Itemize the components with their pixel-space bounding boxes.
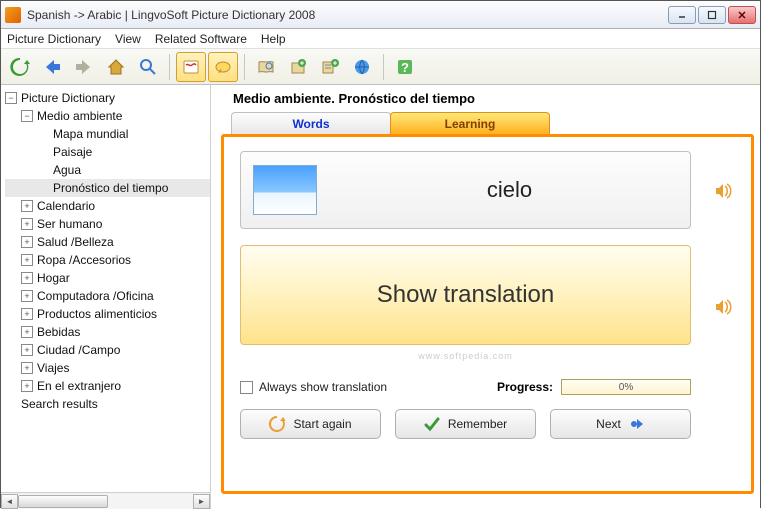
always-show-label: Always show translation — [259, 380, 387, 394]
expand-icon[interactable]: + — [21, 308, 33, 320]
tree-item[interactable]: +Ser humano — [5, 215, 210, 233]
menu-view[interactable]: View — [115, 32, 141, 46]
speaker-icon[interactable] — [713, 297, 733, 317]
svg-text:?: ? — [401, 60, 409, 75]
horizontal-scrollbar[interactable]: ◄ ► — [1, 492, 210, 509]
tree-item[interactable]: +Ciudad /Campo — [5, 341, 210, 359]
tree-item[interactable]: +Calendario — [5, 197, 210, 215]
speech-mode-button[interactable] — [208, 52, 238, 82]
tab-learning[interactable]: Learning — [390, 112, 550, 134]
scroll-right-icon[interactable]: ► — [193, 494, 210, 509]
flashcard-mode-button[interactable] — [176, 52, 206, 82]
button-row: Start again Remember Next — [240, 409, 691, 439]
menubar: Picture Dictionary View Related Software… — [1, 29, 760, 49]
minimize-button[interactable] — [668, 6, 696, 24]
speaker-icon[interactable] — [713, 181, 733, 201]
scroll-track[interactable] — [18, 494, 193, 509]
tree-pane: −Picture Dictionary −Medio ambiente Mapa… — [1, 85, 211, 509]
app-icon — [5, 7, 21, 23]
tree-item[interactable]: +Viajes — [5, 359, 210, 377]
expand-icon[interactable]: + — [21, 326, 33, 338]
forward-button[interactable] — [69, 52, 99, 82]
show-translation-button[interactable]: Show translation — [240, 245, 691, 345]
search-button[interactable] — [133, 52, 163, 82]
titlebar: Spanish -> Arabic | LingvoSoft Picture D… — [1, 1, 760, 29]
tree-item[interactable]: Mapa mundial — [5, 125, 210, 143]
menu-help[interactable]: Help — [261, 32, 286, 46]
word-picture — [253, 165, 317, 215]
window-controls — [668, 6, 756, 24]
add-word-button[interactable] — [283, 52, 313, 82]
tree-item[interactable]: +En el extranjero — [5, 377, 210, 395]
expand-icon[interactable]: + — [21, 272, 33, 284]
toolbar-separator — [244, 54, 245, 80]
book-button[interactable] — [251, 52, 281, 82]
tree-search-results[interactable]: Search results — [5, 395, 210, 413]
main-pane: Medio ambiente. Pronóstico del tiempo Wo… — [211, 85, 760, 509]
next-button[interactable]: Next — [550, 409, 691, 439]
tree-item[interactable]: +Salud /Belleza — [5, 233, 210, 251]
remember-button[interactable]: Remember — [395, 409, 536, 439]
expand-icon[interactable]: + — [21, 290, 33, 302]
learning-card-area: cielo Show translation www.softpedia.com… — [221, 134, 754, 494]
menu-related-software[interactable]: Related Software — [155, 32, 247, 46]
help-button[interactable]: ? — [390, 52, 420, 82]
expand-icon[interactable]: + — [21, 380, 33, 392]
expand-icon[interactable]: + — [21, 200, 33, 212]
tree-item[interactable]: +Computadora /Oficina — [5, 287, 210, 305]
collapse-icon[interactable]: − — [21, 110, 33, 122]
close-button[interactable] — [728, 6, 756, 24]
expand-icon[interactable]: + — [21, 236, 33, 248]
controls-row: Always show translation Progress: 0% — [240, 379, 691, 395]
scroll-thumb[interactable] — [18, 495, 108, 508]
start-again-button[interactable]: Start again — [240, 409, 381, 439]
home-button[interactable] — [101, 52, 131, 82]
toolbar-separator — [169, 54, 170, 80]
expand-icon[interactable]: + — [21, 254, 33, 266]
tree-item[interactable]: +Bebidas — [5, 323, 210, 341]
window-title: Spanish -> Arabic | LingvoSoft Picture D… — [27, 8, 668, 22]
scroll-left-icon[interactable]: ◄ — [1, 494, 18, 509]
toolbar: ? — [1, 49, 760, 85]
page-heading: Medio ambiente. Pronóstico del tiempo — [221, 89, 754, 112]
web-button[interactable] — [347, 52, 377, 82]
collapse-icon[interactable]: − — [5, 92, 17, 104]
tree-item[interactable]: +Ropa /Accesorios — [5, 251, 210, 269]
tree-item[interactable]: +Hogar — [5, 269, 210, 287]
add-list-button[interactable] — [315, 52, 345, 82]
watermark: www.softpedia.com — [240, 351, 691, 361]
expand-icon[interactable]: + — [21, 218, 33, 230]
toolbar-separator — [383, 54, 384, 80]
tree-item[interactable]: +Productos alimenticios — [5, 305, 210, 323]
expand-icon[interactable]: + — [21, 344, 33, 356]
always-show-checkbox[interactable] — [240, 381, 253, 394]
menu-picture-dictionary[interactable]: Picture Dictionary — [7, 32, 101, 46]
tree-item[interactable]: Agua — [5, 161, 210, 179]
refresh-button[interactable] — [5, 52, 35, 82]
tree-item-selected[interactable]: Pronóstico del tiempo — [5, 179, 210, 197]
progress-bar: 0% — [561, 379, 691, 395]
tab-words[interactable]: Words — [231, 112, 391, 134]
tabs: Words Learning — [231, 112, 754, 134]
back-button[interactable] — [37, 52, 67, 82]
current-word: cielo — [329, 177, 690, 203]
maximize-button[interactable] — [698, 6, 726, 24]
tree-item[interactable]: Paisaje — [5, 143, 210, 161]
word-card: cielo — [240, 151, 691, 229]
progress-label: Progress: — [497, 380, 553, 394]
tree-item-medio-ambiente[interactable]: −Medio ambiente — [5, 107, 210, 125]
expand-icon[interactable]: + — [21, 362, 33, 374]
tree-root[interactable]: −Picture Dictionary — [5, 89, 210, 107]
